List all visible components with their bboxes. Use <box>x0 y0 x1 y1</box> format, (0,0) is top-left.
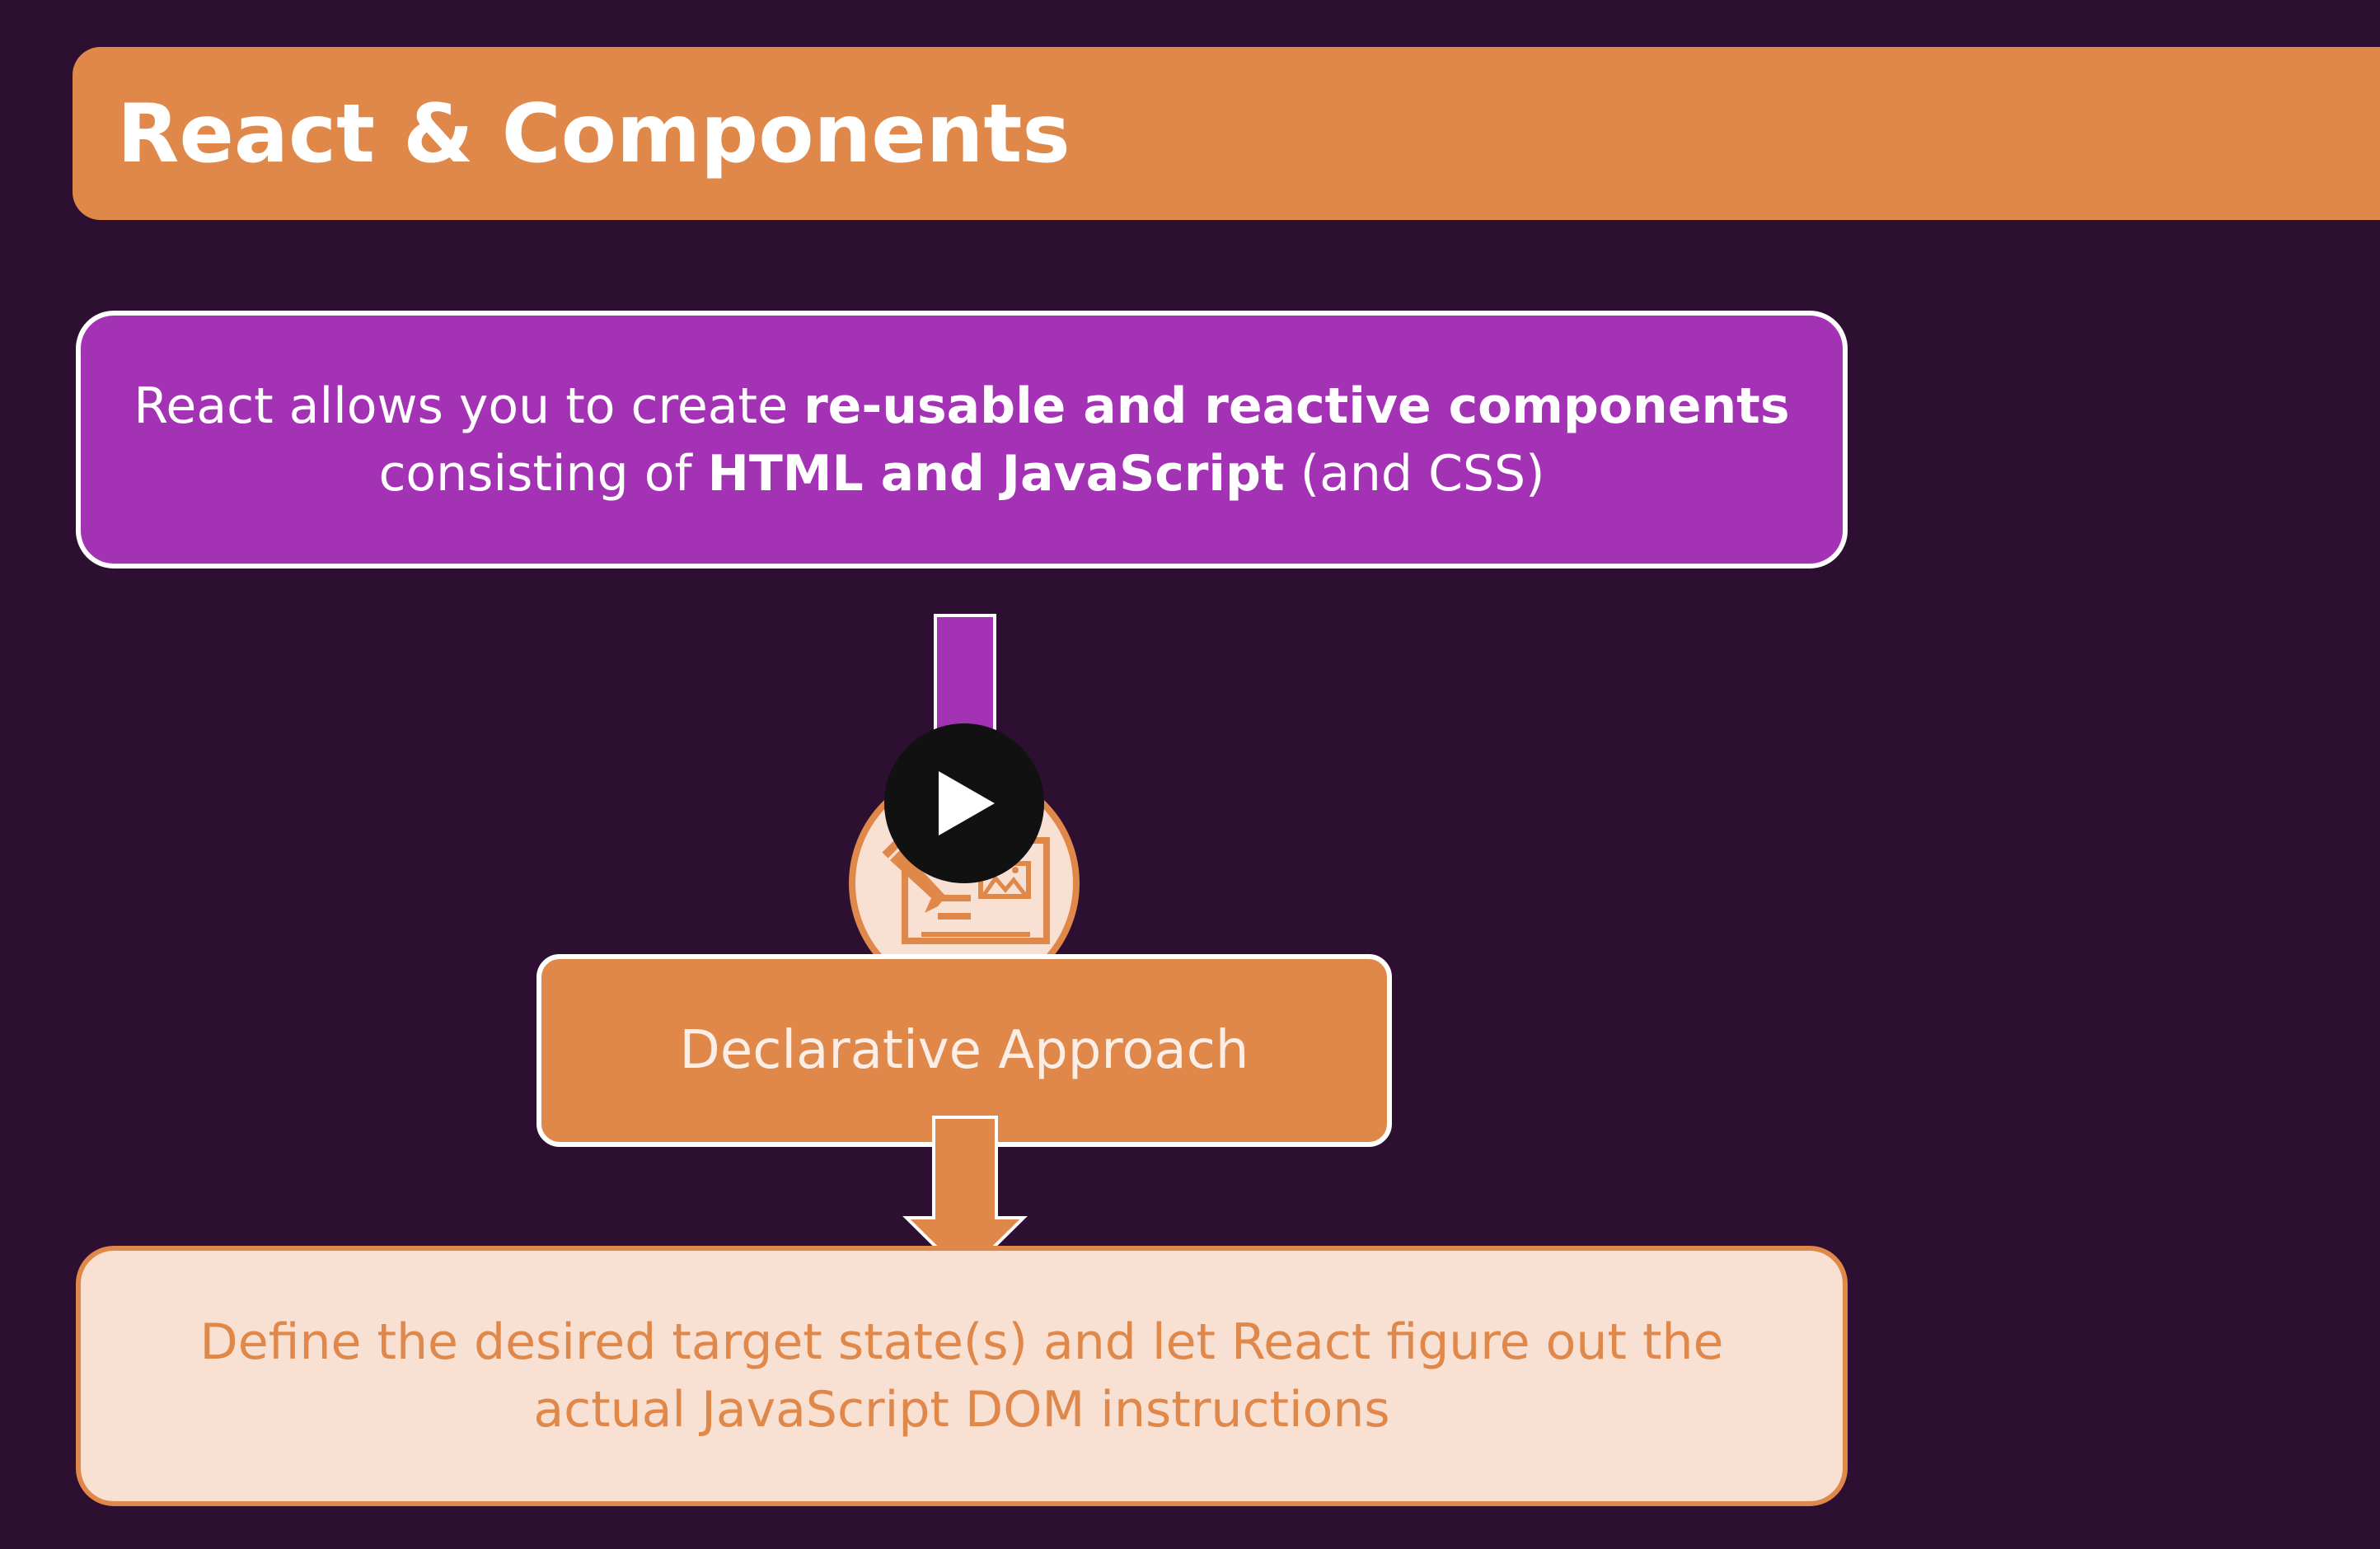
description-line-1-bold: re-usable and reactive components <box>803 377 1790 435</box>
description-line-2-bold: HTML and JavaScript <box>707 444 1285 503</box>
description-line-2-text-b: (and CSS) <box>1284 444 1545 503</box>
play-icon <box>939 771 995 835</box>
target-state-box: Define the desired target state(s) and l… <box>76 1246 1848 1506</box>
description-line-2: consisting of HTML and JavaScript (and C… <box>378 440 1544 508</box>
play-button[interactable] <box>884 723 1044 883</box>
target-state-line-2: actual JavaScript DOM instructions <box>533 1381 1390 1439</box>
slide-title: React & Components <box>117 87 1071 181</box>
react-description-box: React allows you to create re-usable and… <box>76 311 1848 569</box>
description-line-2-text-a: consisting of <box>378 444 708 503</box>
description-line-1: React allows you to create re-usable and… <box>134 372 1789 440</box>
description-line-1-text: React allows you to create <box>134 377 804 435</box>
declarative-approach-label: Declarative Approach <box>679 1020 1249 1081</box>
video-slide: React & Components React allows you to c… <box>0 0 2380 1549</box>
target-state-line-1: Define the desired target state(s) and l… <box>199 1313 1724 1371</box>
